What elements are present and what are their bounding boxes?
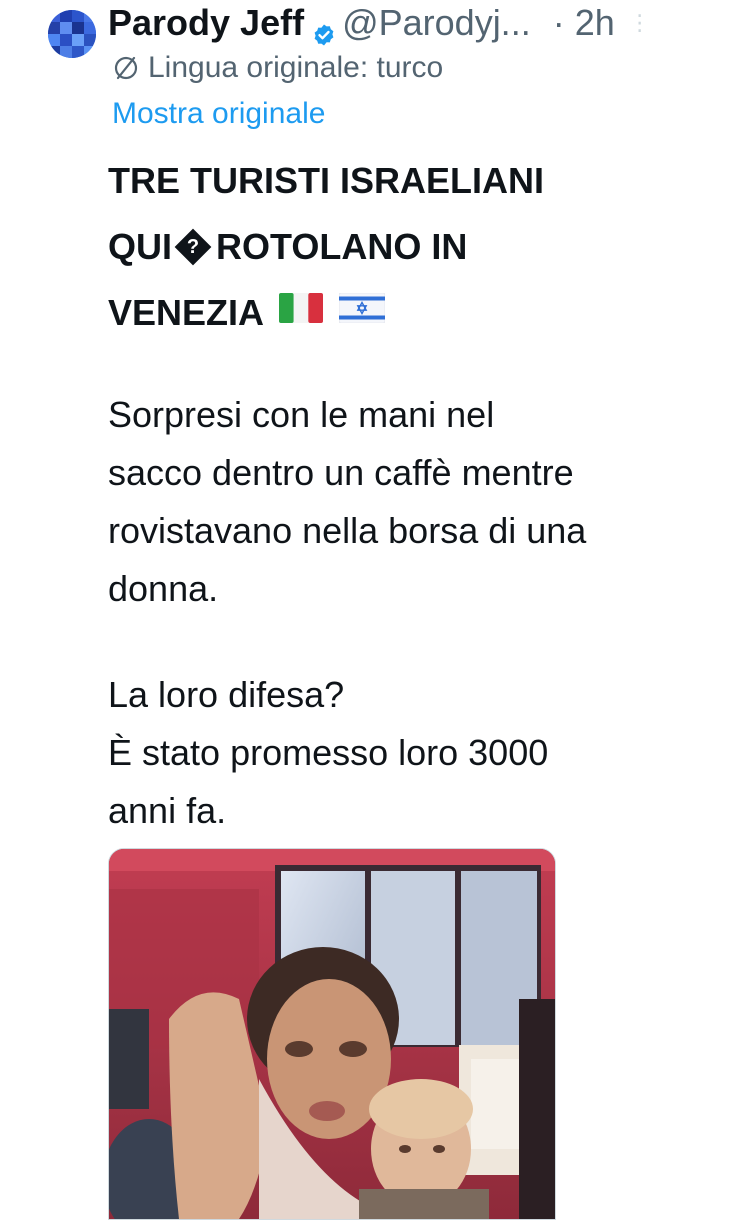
paragraph-line: donna.: [108, 568, 219, 609]
israel-flag-icon: [338, 278, 386, 344]
tweet[interactable]: Parody Jeff @Parodyj... · 2h ⋮ Lingua or…: [0, 0, 733, 1220]
headline-word: VENEZIA: [108, 292, 263, 333]
headline-word: ROTOLANO IN: [216, 226, 468, 267]
show-original-link[interactable]: Mostra originale: [112, 94, 325, 134]
timestamp[interactable]: · 2h: [553, 0, 615, 46]
headline-line: TRE TURISTI ISRAELIANI: [108, 160, 545, 201]
tweet-headline: TRE TURISTI ISRAELIANI QUI? ROTOLANO IN V…: [108, 148, 708, 348]
headline-word: QUI: [108, 226, 173, 267]
headline-line: VENEZIA: [108, 280, 708, 348]
avatar[interactable]: [48, 10, 96, 58]
verified-badge-icon: [312, 12, 336, 46]
user-handle[interactable]: @Parodyj...: [342, 0, 531, 46]
video-frame-illustration: [109, 849, 555, 1219]
replacement-glyph-icon: ?: [174, 229, 212, 266]
paragraph-line: La loro difesa?: [108, 674, 345, 715]
tweet-paragraph-1: Sorpresi con le mani nel sacco dentro un…: [108, 386, 718, 618]
tweet-header: Parody Jeff @Parodyj... · 2h ⋮: [108, 0, 733, 46]
more-options-icon[interactable]: ⋮: [629, 0, 651, 46]
paragraph-line: È stato promesso loro 3000: [108, 732, 549, 773]
translation-notice-text: Lingua originale: turco: [148, 51, 444, 84]
paragraph-line: sacco dentro un caffè mentre: [108, 452, 574, 493]
italy-flag-icon: [278, 278, 323, 344]
paragraph-line: rovistavano nella borsa di una: [108, 510, 587, 551]
tweet-paragraph-2: La loro difesa? È stato promesso loro 30…: [108, 666, 718, 840]
no-translation-globe-icon: [112, 54, 140, 82]
headline-line: QUI? ROTOLANO IN: [108, 214, 708, 280]
paragraph-line: Sorpresi con le mani nel: [108, 394, 495, 435]
paragraph-line: anni fa.: [108, 790, 227, 831]
display-name[interactable]: Parody Jeff: [108, 0, 304, 46]
translation-notice: Lingua originale: turco: [112, 48, 443, 88]
tweet-media-video[interactable]: [108, 848, 556, 1220]
